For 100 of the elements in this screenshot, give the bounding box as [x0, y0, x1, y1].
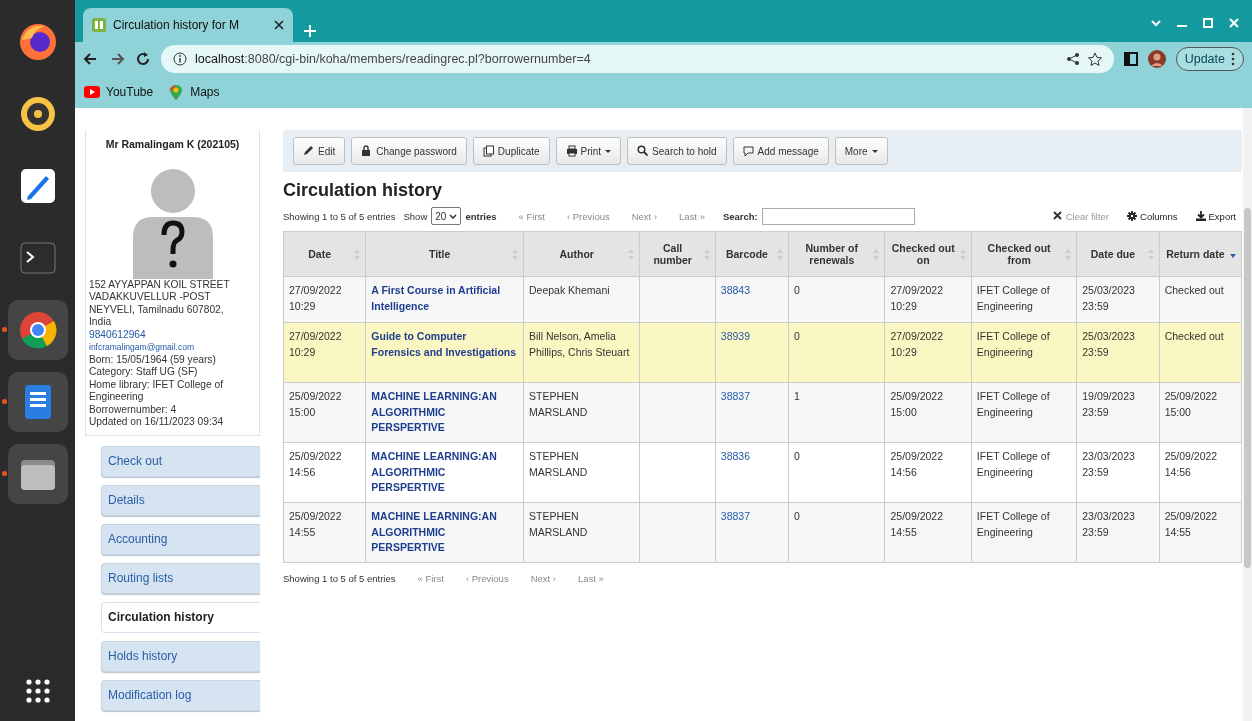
table-tool-link[interactable]: Export [1195, 210, 1236, 222]
title-link[interactable]: Guide to Computer Forensics and Investigations [371, 329, 518, 360]
column-header[interactable]: Date [283, 231, 366, 277]
column-header[interactable]: Return date [1159, 231, 1242, 277]
comment-icon [742, 145, 754, 157]
share-icon[interactable] [1065, 52, 1080, 66]
search-label: Search: [722, 210, 758, 222]
sidebar-item[interactable]: Circulation history [101, 601, 260, 633]
cell-text: 25/09/2022 14:56 [289, 450, 342, 478]
new-tab-icon[interactable] [303, 24, 317, 38]
cell-text: 23/03/2023 23:59 [1082, 450, 1135, 478]
page-size-select[interactable]: 20 [431, 207, 462, 225]
scrollbar-thumb[interactable] [1244, 208, 1251, 568]
cell-text: 27/09/2022 10:29 [289, 284, 342, 312]
patron-detail: Category: Staff UG (SF) [89, 366, 199, 379]
sidebar-item[interactable]: Check out [101, 445, 260, 477]
page-heading: Circulation history [283, 180, 444, 201]
chrome-icon[interactable] [17, 310, 58, 350]
column-header[interactable]: Checked out on [885, 231, 972, 277]
bookmark-link[interactable]: Maps [167, 84, 220, 100]
column-header[interactable]: Number of renewals [788, 231, 885, 277]
cell-text: 25/09/2022 15:00 [1164, 390, 1218, 418]
patron-address: 152 AYYAPPAN KOIL STREET VADAKKUVELLUR -POST NEYVELI, Tamilnadu 607802, India [89, 278, 231, 329]
barcode-link[interactable]: 38837 [720, 390, 750, 402]
patron-detail: Updated on 16/11/2023 09:34 [89, 416, 225, 429]
toolbar-button[interactable]: Change password [351, 137, 467, 165]
close-icon[interactable] [273, 19, 285, 31]
column-header[interactable]: Date due [1076, 231, 1160, 277]
phone-link[interactable]: 9840612964 [89, 328, 256, 341]
toolbar-button[interactable]: Edit [293, 137, 346, 165]
title-link[interactable]: A First Course in Artificial Intelligence [371, 283, 518, 314]
cell-text: IFET College of Engineering [976, 330, 1050, 358]
more-vertical-icon [1231, 52, 1235, 66]
browser-tab[interactable]: Circulation history for M [83, 8, 293, 42]
cell-text: 27/09/2022 10:29 [890, 330, 944, 358]
cell-text: 19/09/2023 23:59 [1082, 390, 1135, 418]
show-label: Show [403, 210, 428, 222]
sidebar-item[interactable]: Holds history [101, 640, 260, 672]
avatar-icon[interactable] [1147, 50, 1166, 68]
star-icon[interactable] [1087, 52, 1102, 66]
reload-icon[interactable] [135, 51, 151, 67]
toolbar-button[interactable]: Search to hold [627, 137, 727, 165]
cell-text: 27/09/2022 10:29 [289, 330, 342, 358]
lock-icon [361, 145, 373, 157]
patron-name: Mr Ramalingam K (202105) [104, 138, 241, 151]
cell-text: 25/09/2022 14:56 [890, 450, 944, 478]
entries-info: Showing 1 to 5 of 5 entries [283, 210, 396, 222]
cell-text: 25/09/2022 14:56 [1164, 450, 1218, 478]
cell-text: 25/09/2022 14:55 [1164, 510, 1218, 538]
title-link[interactable]: MACHINE LEARNING:AN ALGORITHMIC PERSPERTIVE [371, 509, 518, 556]
title-link[interactable]: MACHINE LEARNING:AN ALGORITHMIC PERSPERTIVE [371, 389, 518, 436]
cell-text: Bill Nelson, Amelia Phillips, Chris Steuart [529, 330, 630, 358]
maximize-icon[interactable] [1202, 17, 1214, 29]
toolbar-button[interactable]: Add message [732, 137, 829, 165]
patron-detail: Born: 15/05/1964 (59 years) [89, 353, 217, 366]
table-tool-link[interactable]: Columns [1127, 210, 1178, 222]
cell-text: 27/09/2022 10:29 [890, 284, 944, 312]
toolbar-button[interactable]: Duplicate [472, 137, 550, 165]
download-icon [1195, 211, 1206, 221]
cell-text: Checked out [1164, 284, 1224, 296]
cell-text: IFET College of Engineering [976, 510, 1050, 538]
close-icon [1052, 211, 1063, 221]
info-icon[interactable] [173, 52, 187, 66]
back-arrow-icon[interactable] [83, 51, 99, 67]
search-field[interactable] [761, 207, 915, 225]
sidebar-item[interactable]: Modification log [101, 679, 260, 711]
app-grid-icon[interactable] [23, 677, 52, 705]
cell-text: 1 [794, 390, 800, 402]
update-button[interactable]: Update [1175, 47, 1244, 71]
email-link[interactable]: infcramalingam@gmail.com [89, 341, 256, 354]
sidebar-item[interactable]: Routing lists [101, 562, 260, 594]
side-panel-icon[interactable] [1123, 52, 1138, 66]
column-header[interactable]: Author [523, 231, 640, 277]
bookmark-link[interactable]: YouTube [83, 84, 154, 100]
barcode-link[interactable]: 38939 [720, 330, 750, 342]
cell-text: 25/03/2023 23:59 [1082, 330, 1135, 358]
printer-icon [565, 145, 577, 157]
firefox-icon[interactable] [17, 22, 58, 62]
column-header[interactable]: Title [365, 231, 524, 277]
toolbar-button[interactable]: More [834, 137, 888, 165]
cell-text: 0 [794, 330, 800, 342]
barcode-link[interactable]: 38836 [720, 450, 750, 462]
pencil-icon [303, 145, 314, 157]
column-header[interactable]: Checked out from [971, 231, 1077, 277]
chevron-down-icon[interactable] [1150, 17, 1162, 29]
gear-icon [1127, 211, 1138, 221]
barcode-link[interactable]: 38837 [720, 510, 750, 522]
toolbar-button[interactable]: Print [555, 137, 622, 165]
title-link[interactable]: MACHINE LEARNING:AN ALGORITHMIC PERSPERTIVE [371, 449, 518, 496]
forward-arrow-icon[interactable] [109, 51, 125, 67]
cell-text: 25/09/2022 15:00 [890, 390, 944, 418]
sidebar-item[interactable]: Details [101, 484, 260, 516]
barcode-link[interactable]: 38843 [720, 284, 750, 296]
sidebar-item[interactable]: Accounting [101, 523, 260, 555]
cell-text: 0 [794, 450, 800, 462]
cell-text: Deepak Khemani [529, 284, 610, 296]
column-header[interactable]: Barcode [715, 231, 789, 277]
video-play-icon [83, 84, 101, 100]
cell-text: STEPHEN MARSLAND [529, 450, 588, 478]
column-header[interactable]: Call number [640, 231, 716, 277]
